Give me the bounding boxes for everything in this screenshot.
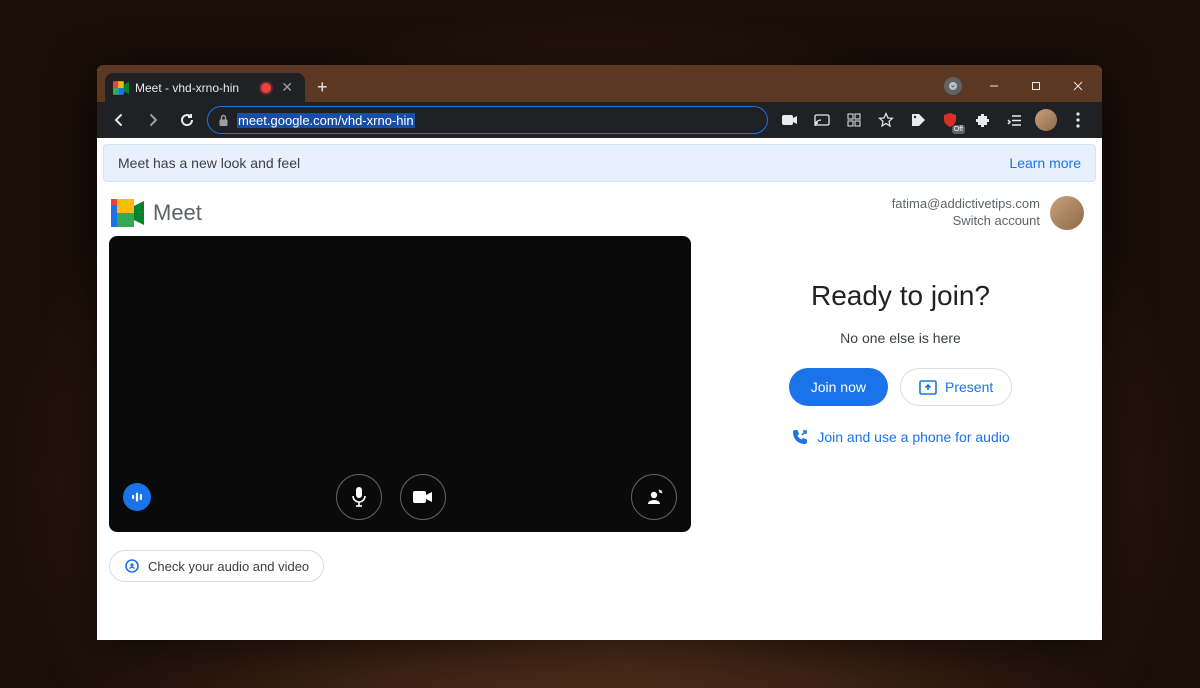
account-email: fatima@addictivetips.com bbox=[892, 196, 1040, 213]
banner-text: Meet has a new look and feel bbox=[118, 155, 300, 171]
address-bar: meet.google.com/vhd-xrno-hin Off bbox=[97, 102, 1102, 138]
microphone-toggle-button[interactable] bbox=[336, 474, 382, 520]
maximize-button[interactable] bbox=[1016, 72, 1056, 100]
titlebar: Meet - vhd-xrno-hin ✕ + bbox=[97, 69, 1102, 102]
audio-level-indicator-icon bbox=[123, 483, 151, 511]
present-button[interactable]: Present bbox=[900, 368, 1012, 406]
ready-heading: Ready to join? bbox=[811, 280, 990, 312]
main-content: Check your audio and video Ready to join… bbox=[97, 236, 1102, 602]
cast-icon[interactable] bbox=[810, 108, 834, 132]
join-now-button[interactable]: Join now bbox=[789, 368, 888, 406]
minimize-button[interactable] bbox=[974, 72, 1014, 100]
check-audio-video-label: Check your audio and video bbox=[148, 559, 309, 574]
extensions-icon[interactable] bbox=[970, 108, 994, 132]
close-window-button[interactable] bbox=[1058, 72, 1098, 100]
check-audio-video-button[interactable]: Check your audio and video bbox=[109, 550, 324, 582]
video-preview bbox=[109, 236, 691, 532]
profile-avatar-small[interactable] bbox=[1034, 108, 1058, 132]
chrome-menu-button[interactable] bbox=[1066, 108, 1090, 132]
camera-toggle-button[interactable] bbox=[400, 474, 446, 520]
account-avatar[interactable] bbox=[1050, 196, 1084, 230]
present-label: Present bbox=[945, 379, 993, 395]
visual-effects-button[interactable] bbox=[631, 474, 677, 520]
recording-indicator-icon bbox=[261, 83, 271, 93]
new-tab-button[interactable]: + bbox=[305, 73, 340, 102]
browser-window: Meet - vhd-xrno-hin ✕ + bbox=[97, 65, 1102, 640]
camera-indicator-icon[interactable] bbox=[778, 108, 802, 132]
reload-button[interactable] bbox=[173, 106, 201, 134]
lock-icon bbox=[218, 114, 229, 127]
join-by-phone-link[interactable]: Join and use a phone for audio bbox=[791, 428, 1009, 446]
browser-tab[interactable]: Meet - vhd-xrno-hin ✕ bbox=[105, 73, 305, 102]
tag-extension-icon[interactable] bbox=[906, 108, 930, 132]
meet-favicon bbox=[113, 80, 129, 96]
meet-logo-icon bbox=[111, 199, 145, 227]
grid-extension-icon[interactable] bbox=[842, 108, 866, 132]
tab-title: Meet - vhd-xrno-hin bbox=[135, 81, 239, 95]
bookmark-star-icon[interactable] bbox=[874, 108, 898, 132]
present-icon bbox=[919, 380, 937, 395]
meet-title: Meet bbox=[153, 200, 202, 226]
adblock-extension-icon[interactable]: Off bbox=[938, 108, 962, 132]
url-input[interactable]: meet.google.com/vhd-xrno-hin bbox=[207, 106, 768, 134]
participants-status: No one else is here bbox=[840, 330, 961, 346]
window-controls bbox=[944, 69, 1098, 102]
banner-learn-more-link[interactable]: Learn more bbox=[1009, 155, 1081, 171]
chrome-profile-button[interactable] bbox=[944, 77, 962, 95]
info-banner: Meet has a new look and feel Learn more bbox=[103, 144, 1096, 182]
back-button[interactable] bbox=[105, 106, 133, 134]
reading-list-icon[interactable] bbox=[1002, 108, 1026, 132]
join-panel: Ready to join? No one else is here Join … bbox=[711, 236, 1090, 582]
settings-check-icon bbox=[124, 558, 140, 574]
url-text: meet.google.com/vhd-xrno-hin bbox=[237, 113, 415, 128]
join-by-phone-label: Join and use a phone for audio bbox=[817, 429, 1009, 445]
meet-header: Meet fatima@addictivetips.com Switch acc… bbox=[97, 182, 1102, 236]
account-area: fatima@addictivetips.com Switch account bbox=[892, 196, 1084, 230]
phone-icon bbox=[791, 428, 809, 446]
close-tab-button[interactable]: ✕ bbox=[277, 79, 297, 96]
switch-account-link[interactable]: Switch account bbox=[953, 213, 1040, 230]
meet-brand: Meet bbox=[111, 199, 202, 227]
forward-button[interactable] bbox=[139, 106, 167, 134]
